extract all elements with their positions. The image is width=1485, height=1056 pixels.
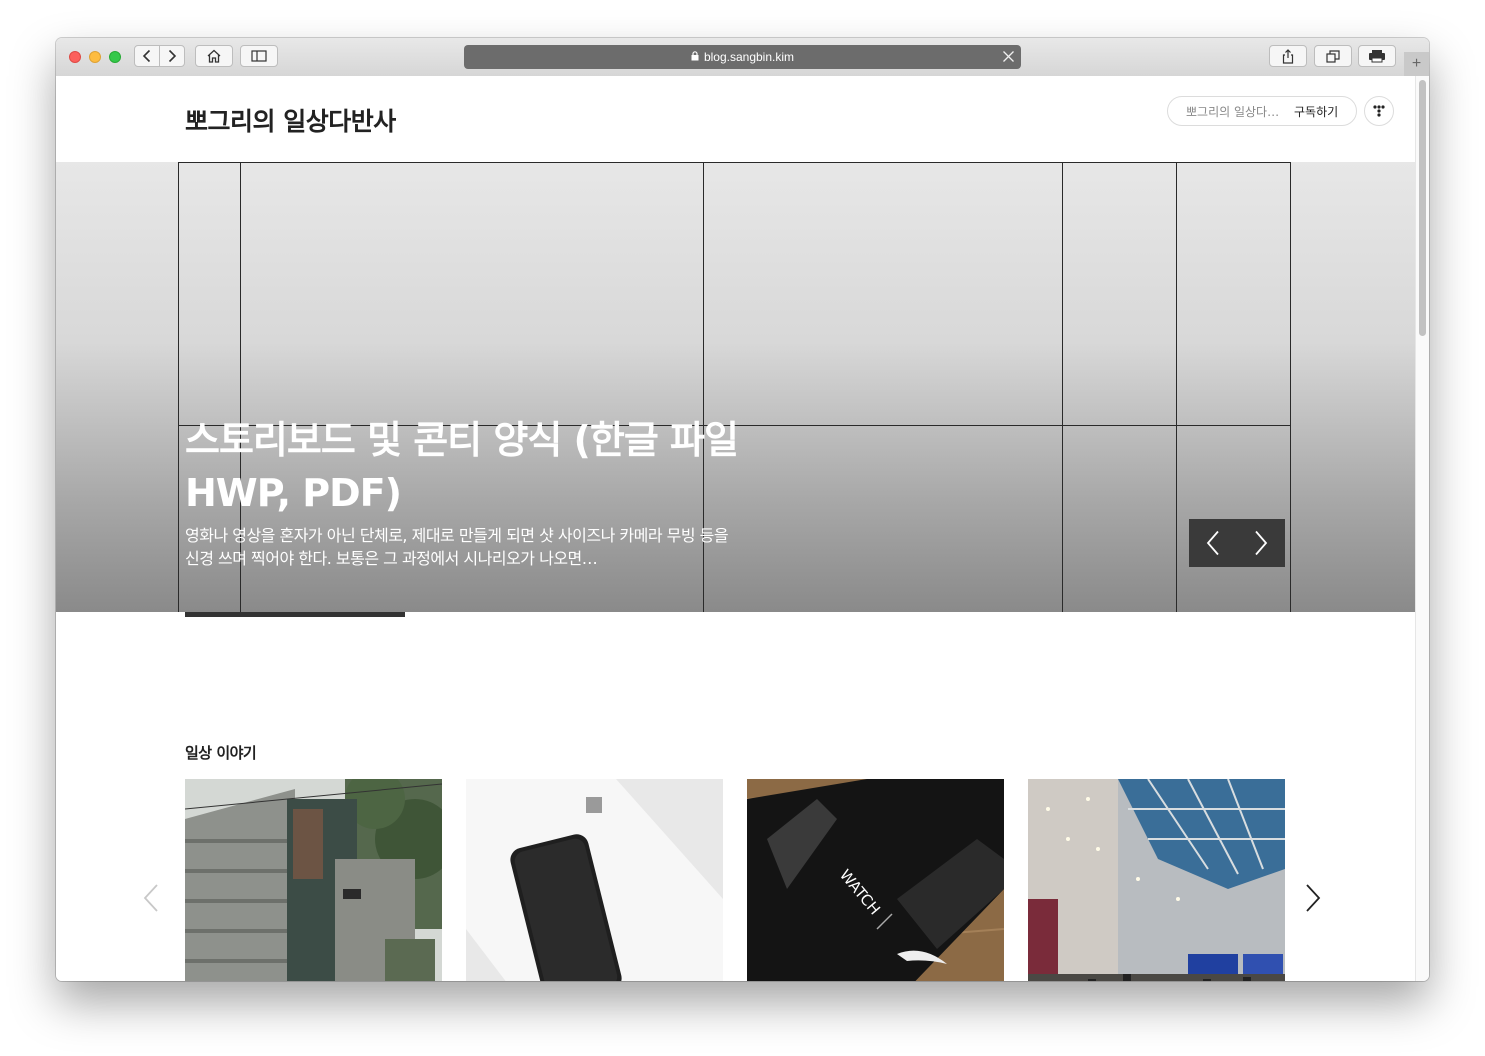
post-thumbnail[interactable] [466, 779, 723, 981]
tabs-overview-button[interactable] [1314, 45, 1352, 67]
clear-url-icon[interactable] [1002, 50, 1015, 66]
carousel-prev-button[interactable] [142, 883, 160, 917]
close-window-button[interactable] [69, 51, 81, 63]
sidebar-icon [251, 50, 267, 62]
share-icon [1282, 48, 1294, 64]
new-tab-button[interactable]: + [1404, 52, 1429, 76]
hero-post-description: 영화나 영상을 혼자가 아닌 단체로, 제대로 만들게 되면 샷 사이즈나 카메… [185, 526, 729, 568]
post-thumbnail[interactable] [185, 779, 442, 981]
chevron-right-icon [1255, 530, 1268, 556]
forward-button[interactable] [159, 45, 185, 67]
scrollbar-thumb[interactable] [1419, 80, 1426, 336]
subscribe-blog-name: 뽀그리의 일상다… [1186, 104, 1280, 119]
share-button[interactable] [1269, 45, 1307, 67]
chevron-left-icon [143, 884, 158, 912]
airport-photo [1028, 779, 1285, 981]
zoom-window-button[interactable] [109, 51, 121, 63]
hero-progress-bar [185, 612, 405, 617]
blog-title[interactable]: 뽀그리의 일상다반사 [185, 102, 396, 138]
hero-frame-line [1176, 162, 1177, 612]
minimize-window-button[interactable] [89, 51, 101, 63]
home-icon [207, 49, 221, 63]
hero-post-title[interactable]: 스토리보드 및 콘티 양식 (한글 파일 HWP, PDF) [185, 414, 745, 520]
hero-next-button[interactable] [1237, 519, 1285, 567]
subscribe-button[interactable]: 구독하기 [1294, 103, 1338, 120]
lock-icon [691, 50, 699, 64]
home-button[interactable] [195, 45, 233, 67]
chevron-left-icon [142, 49, 151, 63]
apple-watch-box-photo: WATCH [747, 779, 1004, 981]
hero-frame-line [178, 162, 179, 612]
hero-nav-controls [1189, 519, 1285, 567]
address-bar[interactable]: blog.sangbin.kim [464, 45, 1021, 69]
tistory-menu-button[interactable] [1364, 96, 1394, 126]
chevron-right-icon [1306, 884, 1321, 912]
chevron-left-icon [1206, 530, 1219, 556]
category-section-title[interactable]: 일상 이야기 [185, 742, 257, 763]
chevron-right-icon [168, 49, 177, 63]
hero-frame-line [1062, 162, 1063, 612]
subscribe-widget[interactable]: 뽀그리의 일상다… 구독하기 [1167, 96, 1357, 126]
post-thumbnail[interactable] [1028, 779, 1285, 981]
carousel-next-button[interactable] [1304, 883, 1322, 917]
print-icon [1369, 50, 1385, 63]
hero-frame-line [1290, 162, 1291, 612]
hero-slider[interactable]: 스토리보드 및 콘티 양식 (한글 파일 HWP, PDF) 영화나 영상을 혼… [56, 162, 1415, 612]
sidebar-button[interactable] [240, 45, 278, 67]
back-button[interactable] [134, 45, 160, 67]
browser-toolbar: blog.sangbin.kim + [56, 38, 1429, 77]
hero-frame-line [178, 162, 1290, 163]
browser-window: blog.sangbin.kim + 뽀그리의 일상다반사 뽀그리의 일상다… … [56, 38, 1429, 981]
hero-prev-button[interactable] [1189, 519, 1237, 567]
post-thumbnail[interactable]: WATCH [747, 779, 1004, 981]
page-content: 뽀그리의 일상다반사 뽀그리의 일상다… 구독하기 스토리보드 및 콘티 양식 … [56, 76, 1415, 981]
url-text: blog.sangbin.kim [703, 50, 795, 64]
page-scrollbar[interactable] [1415, 76, 1429, 981]
tabs-icon [1326, 49, 1340, 63]
print-button[interactable] [1358, 45, 1396, 67]
tistory-menu-icon [1373, 105, 1385, 117]
building-photo [185, 779, 442, 981]
powerbank-photo [466, 779, 723, 981]
